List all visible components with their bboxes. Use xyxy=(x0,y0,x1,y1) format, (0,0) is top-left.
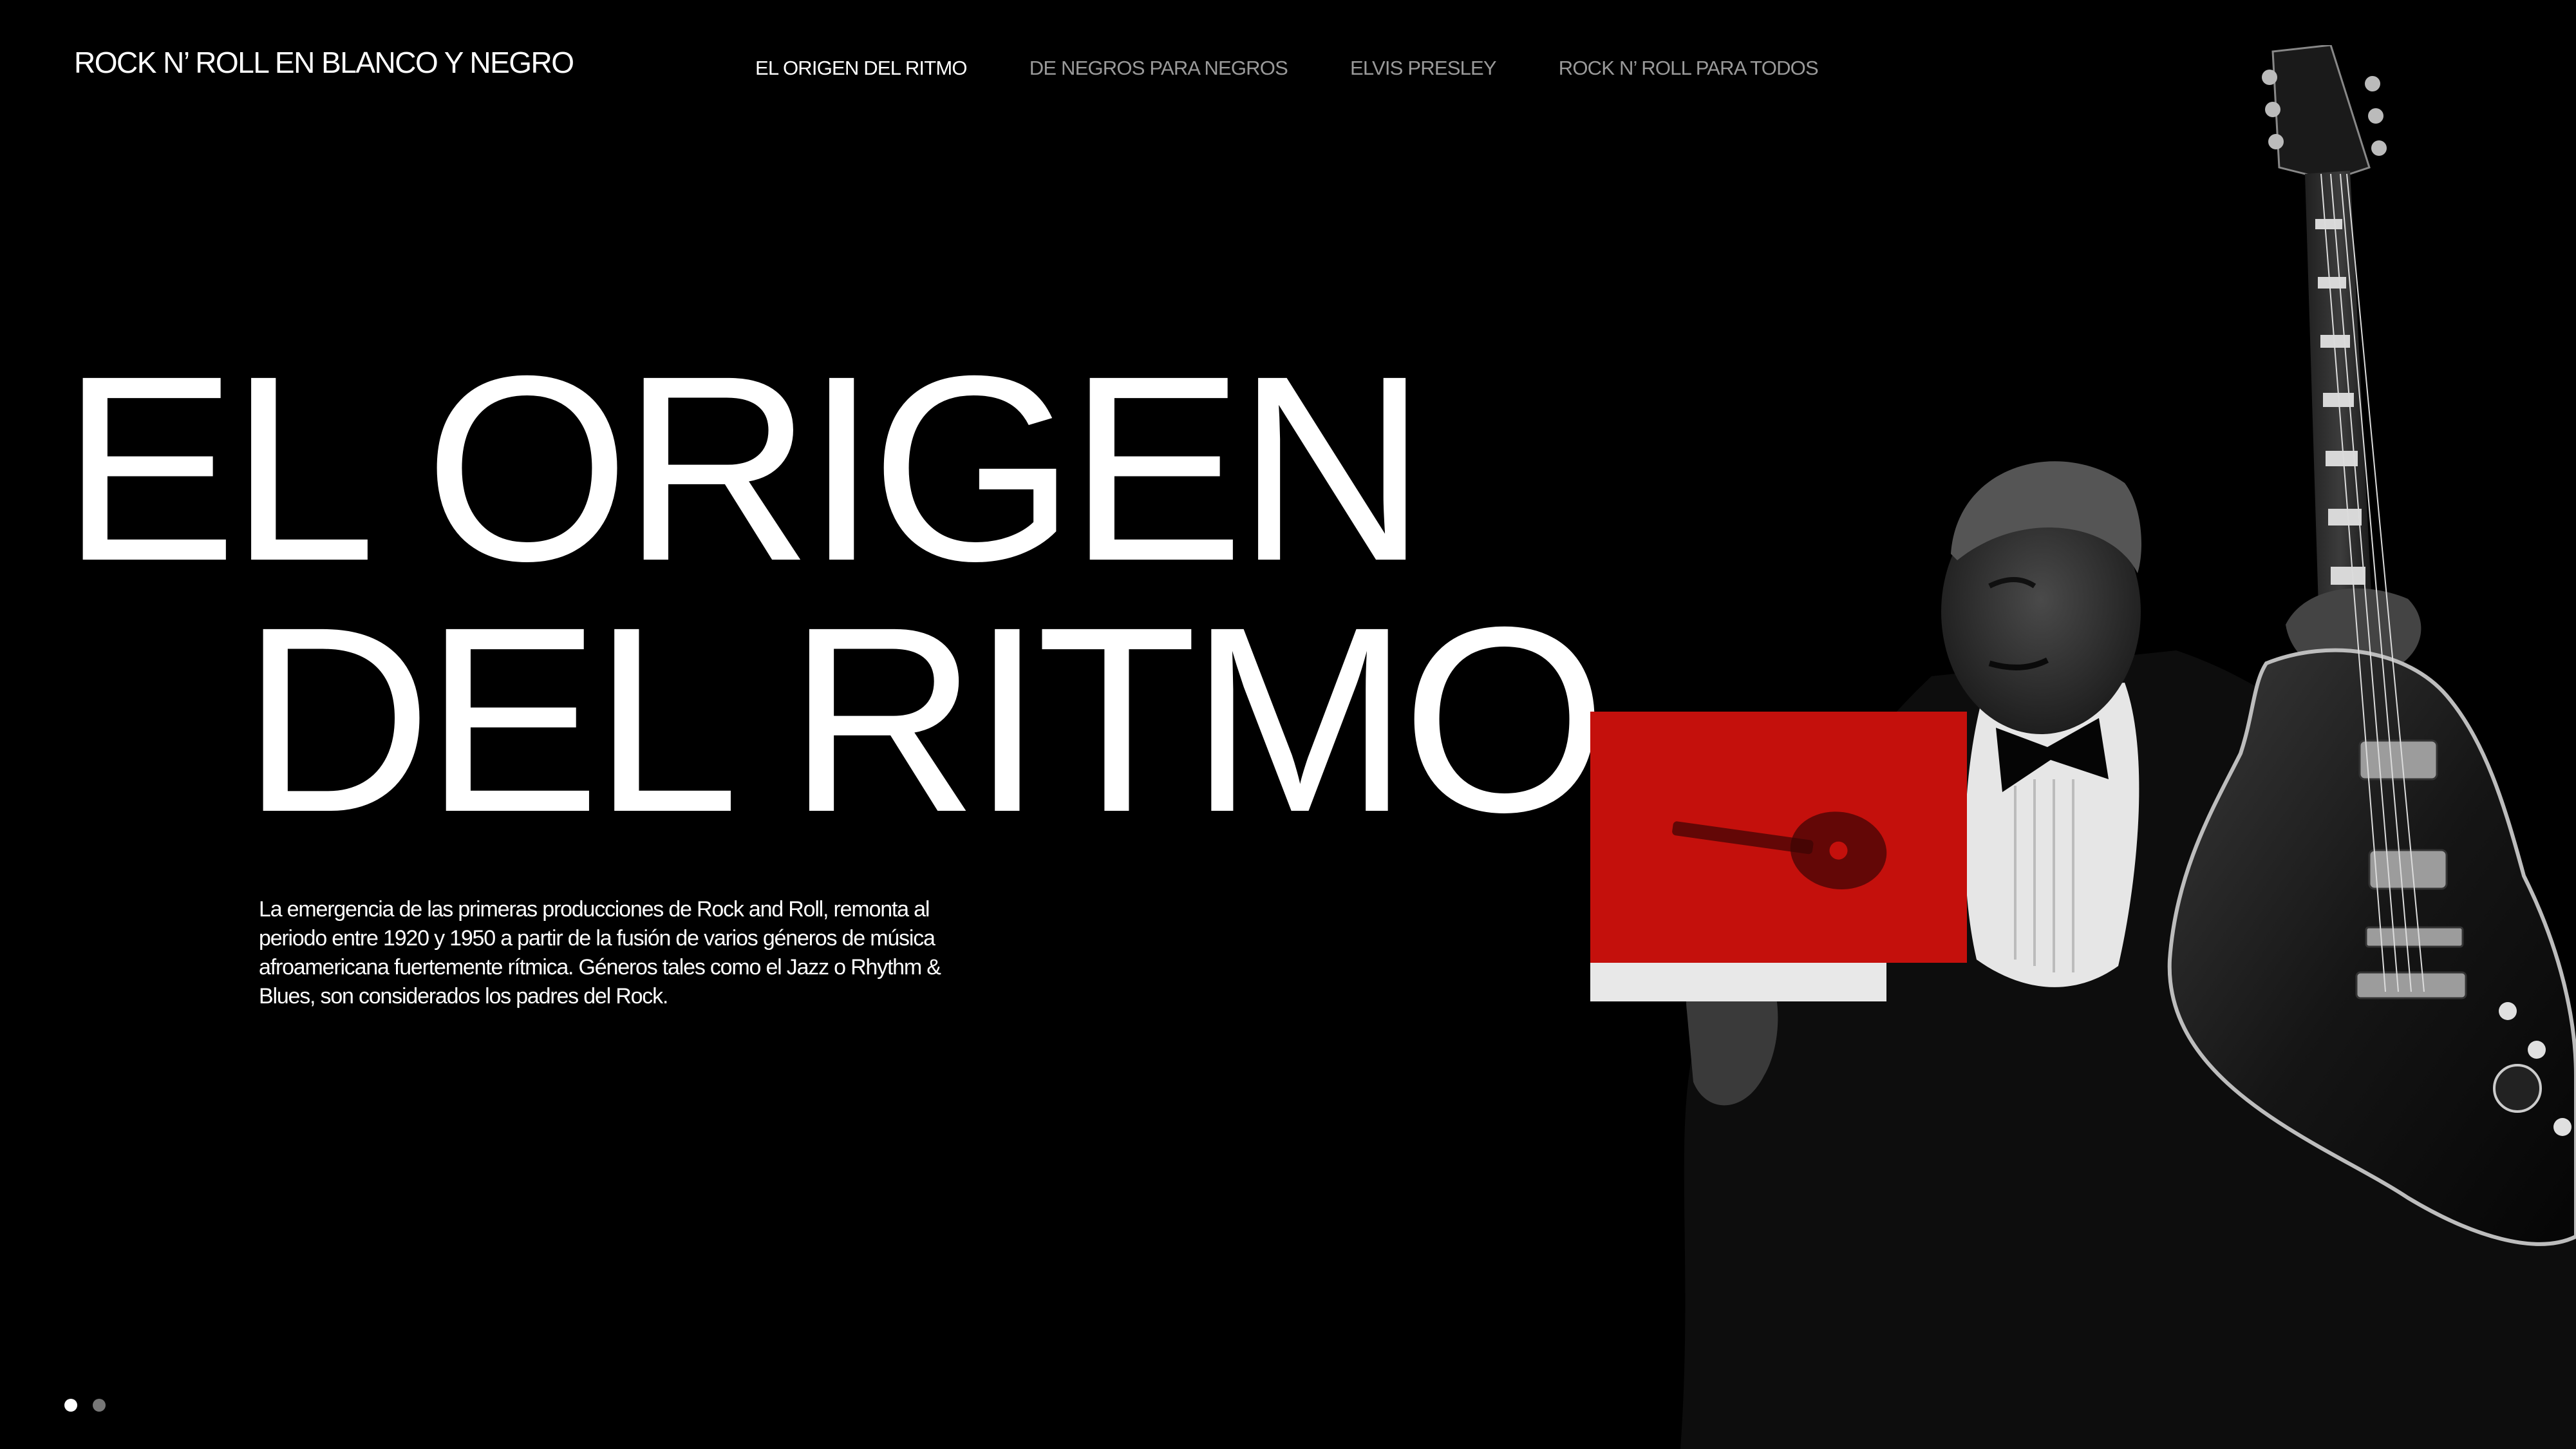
intro-paragraph: La emergencia de las primeras produccion… xyxy=(259,897,941,1009)
red-card xyxy=(1590,712,1967,1001)
pager-dot-1[interactable] xyxy=(64,1399,77,1412)
slide-pager xyxy=(64,1399,106,1412)
nav-item-de-negros-para-negros[interactable]: DE NEGROS PARA NEGROS xyxy=(1029,57,1288,80)
nav-item-el-origen-del-ritmo[interactable]: EL ORIGEN DEL RITMO xyxy=(755,57,968,80)
nav-item-elvis-presley[interactable]: ELVIS PRESLEY xyxy=(1350,57,1497,80)
guitar-headstock xyxy=(2271,45,2371,182)
hero-title-line-2: DEL RITMO xyxy=(241,572,1607,867)
hero-title-line-1: EL ORIGEN xyxy=(61,321,1427,616)
pager-dot-2[interactable] xyxy=(93,1399,106,1412)
guitarist-photo xyxy=(1590,45,2576,1449)
site-title-link[interactable]: ROCK N’ ROLL EN BLANCO Y NEGRO xyxy=(74,45,574,80)
